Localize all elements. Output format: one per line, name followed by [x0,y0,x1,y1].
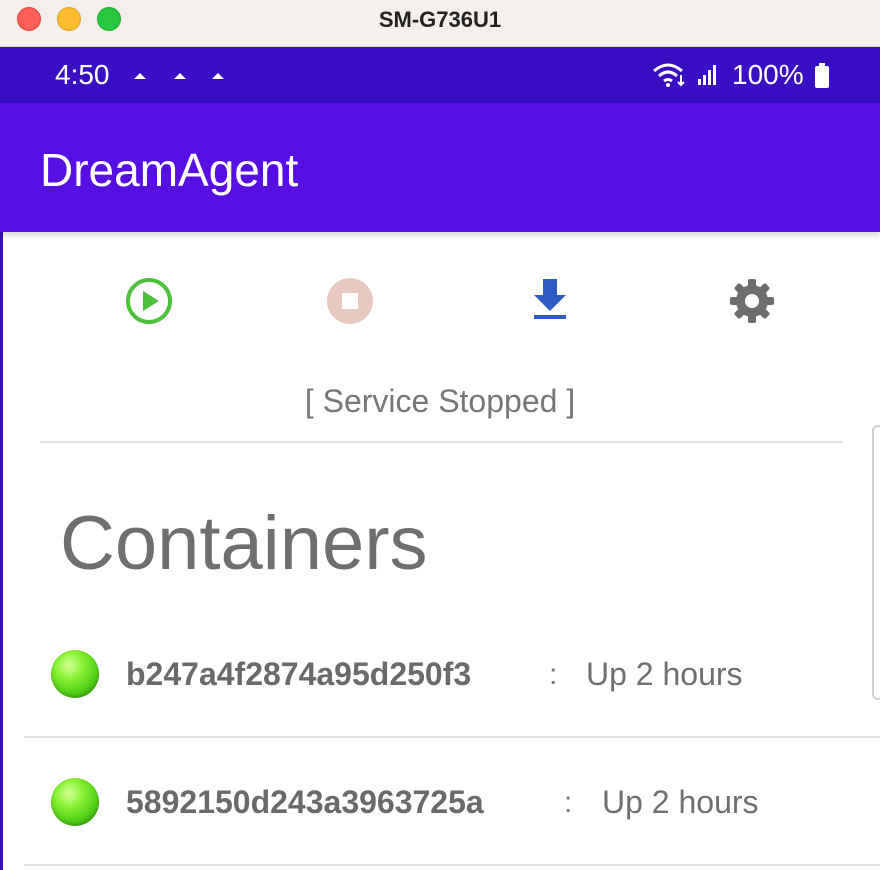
containers-heading: Containers [60,501,428,586]
green-ball-icon [51,650,99,698]
notification-icon [134,73,146,79]
container-status: Up 2 hours [602,784,759,820]
separator: : [549,658,558,691]
download-icon [534,279,566,319]
divider [40,441,843,443]
container-row[interactable]: b247a4f2874a95d250f3 : Up 2 hours [24,610,880,738]
container-id: b247a4f2874a95d250f3 [126,656,472,692]
separator: : [564,786,573,819]
start-service-button[interactable] [123,275,175,327]
settings-button[interactable] [726,275,778,327]
service-status-text: [ Service Stopped ] [304,383,576,419]
notification-icon [174,73,186,79]
app-title: DreamAgent [40,144,299,196]
container-status: Up 2 hours [586,656,743,692]
wifi-icon [653,63,685,87]
battery-percent: 100% [732,59,804,90]
stop-service-button[interactable] [324,275,376,327]
device-window: SM-G736U1 4:50 100% DreamAgent [Service… [0,0,880,870]
window-title: SM-G736U1 [378,7,502,32]
status-clock: 4:50 [55,59,110,90]
android-status-bar: 4:50 100% [0,47,880,103]
download-button[interactable] [524,275,576,327]
divider [24,864,880,866]
play-circle-icon [126,278,172,324]
battery-icon [815,63,829,88]
signal-icon [698,65,716,85]
green-ball-icon [51,778,99,826]
container-row[interactable]: 5892150d243a3963725a : Up 2 hours [24,738,880,866]
gear-icon [730,279,774,323]
stop-circle-icon [327,278,373,324]
app-bar: DreamAgent [0,103,880,232]
window-titlebar: SM-G736U1 [0,0,880,47]
notification-icon [212,73,224,79]
container-id: 5892150d243a3963725a [126,784,484,820]
